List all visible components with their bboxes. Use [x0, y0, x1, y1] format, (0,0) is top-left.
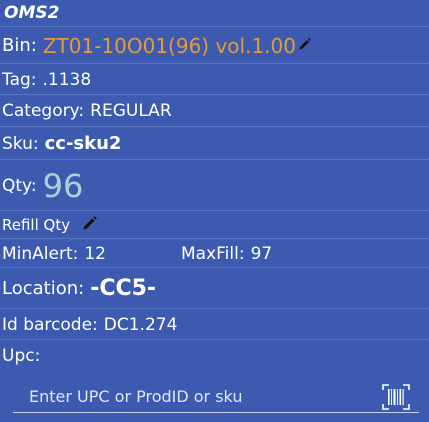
barcode-scan-icon[interactable]	[381, 383, 411, 411]
app-title: OMS2	[4, 3, 60, 23]
qty-label: Qty:	[2, 175, 37, 196]
id-barcode-row: Id barcode: DC1.274	[0, 310, 429, 340]
sku-row: Sku: cc-sku2	[0, 128, 429, 160]
bin-label: Bin:	[2, 35, 37, 56]
qty-value: 96	[42, 166, 84, 205]
location-label: Location:	[2, 278, 85, 299]
bin-value[interactable]: ZT01-10O01(96) vol.1.00	[43, 34, 296, 58]
upc-label: Upc:	[2, 346, 41, 366]
qty-row: Qty: 96	[0, 161, 429, 211]
tag-row: Tag: .1138	[0, 65, 429, 95]
refill-label: Refill Qty	[2, 216, 71, 234]
bin-row: Bin: ZT01-10O01(96) vol.1.00	[0, 28, 429, 64]
pencil-icon[interactable]	[298, 36, 312, 55]
refill-pencil-icon[interactable]	[82, 215, 98, 235]
min-alert-label: MinAlert:	[2, 243, 79, 264]
min-alert-value: 12	[84, 243, 106, 264]
min-max-row: MinAlert: 12 MaxFill: 97	[0, 240, 429, 268]
tag-value: .1138	[42, 69, 92, 90]
sku-value: cc-sku2	[44, 133, 122, 154]
tag-label: Tag:	[2, 69, 37, 90]
category-value: REGULAR	[90, 101, 172, 121]
search-field	[13, 381, 419, 413]
max-fill-value: 97	[250, 243, 273, 264]
category-row: Category: REGULAR	[0, 96, 429, 127]
max-fill-label: MaxFill:	[181, 243, 245, 264]
sku-label: Sku:	[2, 133, 39, 154]
refill-row: Refill Qty	[0, 212, 429, 239]
app-header: OMS2	[0, 0, 429, 27]
id-barcode-label: Id barcode:	[2, 314, 98, 335]
location-row: Location: -CC5-	[0, 269, 429, 309]
search-input[interactable]	[13, 381, 373, 412]
upc-row: Upc:	[0, 341, 429, 371]
category-label: Category:	[2, 101, 85, 121]
id-barcode-value: DC1.274	[103, 314, 178, 335]
location-value: -CC5-	[90, 276, 157, 301]
